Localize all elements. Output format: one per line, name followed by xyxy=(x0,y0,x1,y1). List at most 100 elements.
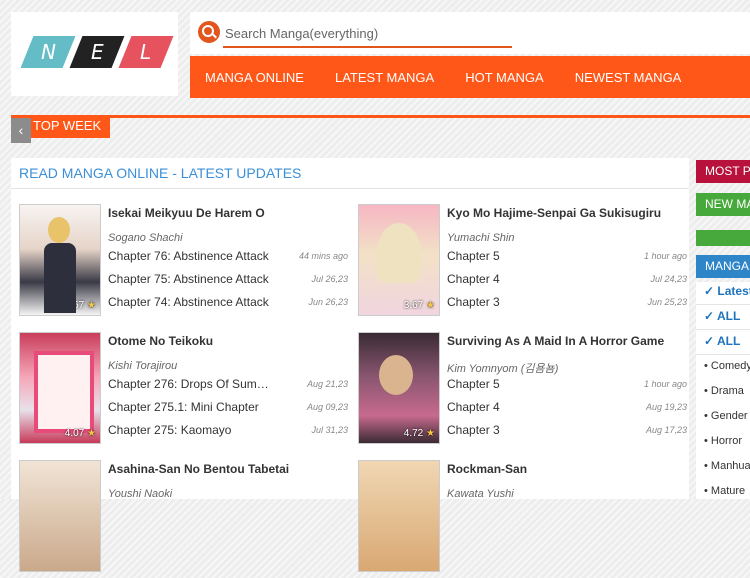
chapter-row[interactable]: Chapter 5 1 hour ago xyxy=(447,377,687,395)
nav-manga-online[interactable]: MANGA ONLINE xyxy=(205,70,304,85)
chapter-link[interactable]: Chapter 4 xyxy=(447,272,613,286)
rating-badge: 4.67 ★ xyxy=(64,300,96,311)
manga-card: 4.67 ★ Isekai Meikyuu De Harem O Sogano … xyxy=(19,204,349,322)
chapter-row[interactable]: Chapter 3 Aug 17,23 xyxy=(447,423,687,441)
filter-all[interactable]: ✓ ALL xyxy=(704,309,740,323)
top-week-label: TOP WEEK xyxy=(33,118,102,133)
manga-title[interactable]: Kyo Mo Hajime-Senpai Ga Sukisugiru xyxy=(447,206,661,220)
manga-author: Kawata Yushi xyxy=(447,488,514,500)
nav-hot-manga[interactable]: HOT MANGA xyxy=(465,70,544,85)
divider xyxy=(696,354,750,355)
chapter-time: Aug 19,23 xyxy=(645,402,687,412)
chapter-link[interactable]: Chapter 5 xyxy=(447,249,613,263)
new-manga-tab[interactable]: NEW MANGA xyxy=(696,193,750,216)
manga-card: 4.07 ★ Otome No Teikoku Kishi Torajirou … xyxy=(19,332,349,450)
chapter-time: Aug 17,23 xyxy=(645,425,687,435)
chapter-link[interactable]: Chapter 3 xyxy=(447,295,613,309)
section-title: READ MANGA ONLINE - LATEST UPDATES xyxy=(19,165,302,181)
chapter-row[interactable]: Chapter 74: Abstinence Attack Jun 26,23 xyxy=(108,295,348,313)
manga-title[interactable]: Surviving As A Maid In A Horror Game xyxy=(447,334,664,348)
logo-letter-l: L xyxy=(118,36,174,68)
manga-cover[interactable]: 4.72 ★ xyxy=(358,332,440,444)
logo-letter-e: E xyxy=(69,36,125,68)
divider xyxy=(11,188,689,189)
chapter-time: Aug 09,23 xyxy=(306,402,348,412)
chapter-link[interactable]: Chapter 4 xyxy=(447,400,613,414)
manga-author: Youshi Naoki xyxy=(108,488,173,500)
chapter-time: Jul 26,23 xyxy=(311,274,348,284)
manga-cover[interactable]: 4.07 ★ xyxy=(19,332,101,444)
rating-badge: 4.07 ★ xyxy=(64,428,96,439)
chapter-time: Aug 21,23 xyxy=(306,379,348,389)
chapter-row[interactable]: Chapter 275: Kaomayo Jul 31,23 xyxy=(108,423,348,441)
manga-title[interactable]: Otome No Teikoku xyxy=(108,334,213,348)
chapter-time: Jul 24,23 xyxy=(650,274,687,284)
chapter-row[interactable]: Chapter 4 Jul 24,23 xyxy=(447,272,687,290)
chapter-row[interactable]: Chapter 276: Drops Of Summer Aug 21,23 xyxy=(108,377,348,395)
search-bar xyxy=(190,12,750,54)
chapter-link[interactable]: Chapter 275.1: Mini Chapter xyxy=(108,400,274,414)
manga-card: 4.72 ★ Surviving As A Maid In A Horror G… xyxy=(358,332,688,450)
manga-author: Sogano Shachi xyxy=(108,232,183,244)
genre-drama[interactable]: • Drama xyxy=(704,385,744,397)
manga-card: Rockman-San Kawata Yushi xyxy=(358,460,688,578)
divider xyxy=(696,304,750,305)
star-icon: ★ xyxy=(426,300,435,311)
chapter-time: 1 hour ago xyxy=(643,379,687,389)
manga-card: Asahina-San No Bentou Tabetai Youshi Nao… xyxy=(19,460,349,578)
manga-card: 3.67 ★ Kyo Mo Hajime-Senpai Ga Sukisugir… xyxy=(358,204,688,322)
search-icon[interactable] xyxy=(198,21,220,43)
chapter-link[interactable]: Chapter 275: Kaomayo xyxy=(108,423,274,437)
nav-latest-manga[interactable]: LATEST MANGA xyxy=(335,70,434,85)
manga-cover[interactable]: 3.67 ★ xyxy=(358,204,440,316)
site-logo[interactable]: N E L xyxy=(11,12,178,96)
manga-list-panel: ✓ Latest ✓ ALL ✓ ALL • Comedy • Drama • … xyxy=(696,282,750,499)
chapter-row[interactable]: Chapter 4 Aug 19,23 xyxy=(447,400,687,418)
chapter-link[interactable]: Chapter 276: Drops Of Summer xyxy=(108,377,274,391)
chapter-time: 44 mins ago xyxy=(298,251,348,261)
chapter-row[interactable]: Chapter 5 1 hour ago xyxy=(447,249,687,267)
main-nav: MANGA ONLINE LATEST MANGA HOT MANGA NEWE… xyxy=(190,56,750,98)
genre-mature[interactable]: • Mature xyxy=(704,485,745,497)
star-icon: ★ xyxy=(87,428,96,439)
chapter-row[interactable]: Chapter 3 Jun 25,23 xyxy=(447,295,687,313)
manga-cover[interactable]: 4.67 ★ xyxy=(19,204,101,316)
chapter-link[interactable]: Chapter 5 xyxy=(447,377,613,391)
chapter-time: 1 hour ago xyxy=(643,251,687,261)
chapter-time: Jun 25,23 xyxy=(647,297,687,307)
nav-newest-manga[interactable]: NEWEST MANGA xyxy=(575,70,682,85)
genre-manhua[interactable]: • Manhua xyxy=(704,460,750,472)
chevron-left-icon[interactable]: ‹ xyxy=(11,118,31,143)
chapter-link[interactable]: Chapter 3 xyxy=(447,423,613,437)
chapter-time: Jul 31,23 xyxy=(311,425,348,435)
manga-author: Kishi Torajirou xyxy=(108,360,178,372)
rating-badge: 4.72 ★ xyxy=(403,428,435,439)
chapter-row[interactable]: Chapter 76: Abstinence Attack 44 mins ago xyxy=(108,249,348,267)
genre-comedy[interactable]: • Comedy xyxy=(704,360,750,372)
search-input[interactable] xyxy=(223,20,512,48)
top-week-divider xyxy=(11,115,750,118)
manga-title[interactable]: Rockman-San xyxy=(447,462,527,476)
filter-latest[interactable]: ✓ Latest xyxy=(704,284,750,298)
manga-title[interactable]: Isekai Meikyuu De Harem O xyxy=(108,206,265,220)
rating-badge: 3.67 ★ xyxy=(403,300,435,311)
divider xyxy=(696,329,750,330)
chapter-time: Jun 26,23 xyxy=(308,297,348,307)
latest-updates-panel: READ MANGA ONLINE - LATEST UPDATES 4.67 … xyxy=(11,158,689,572)
genre-horror[interactable]: • Horror xyxy=(704,435,742,447)
most-popular-tab[interactable]: MOST POPULAR xyxy=(696,160,750,183)
manga-list-header: MANGA LIST xyxy=(696,255,750,278)
manga-cover[interactable] xyxy=(19,460,101,572)
star-icon: ★ xyxy=(426,428,435,439)
manga-author: Kim Yomnyom (김욤뇸) xyxy=(447,363,559,375)
chapter-link[interactable]: Chapter 76: Abstinence Attack xyxy=(108,249,274,263)
chapter-link[interactable]: Chapter 74: Abstinence Attack xyxy=(108,295,274,309)
green-bar xyxy=(696,230,750,246)
manga-cover[interactable] xyxy=(358,460,440,572)
filter-all-2[interactable]: ✓ ALL xyxy=(704,334,740,348)
chapter-row[interactable]: Chapter 75: Abstinence Attack Jul 26,23 xyxy=(108,272,348,290)
manga-title[interactable]: Asahina-San No Bentou Tabetai xyxy=(108,462,289,476)
chapter-row[interactable]: Chapter 275.1: Mini Chapter Aug 09,23 xyxy=(108,400,348,418)
chapter-link[interactable]: Chapter 75: Abstinence Attack xyxy=(108,272,274,286)
genre-gender-bender[interactable]: • Gender Bender xyxy=(704,410,750,422)
